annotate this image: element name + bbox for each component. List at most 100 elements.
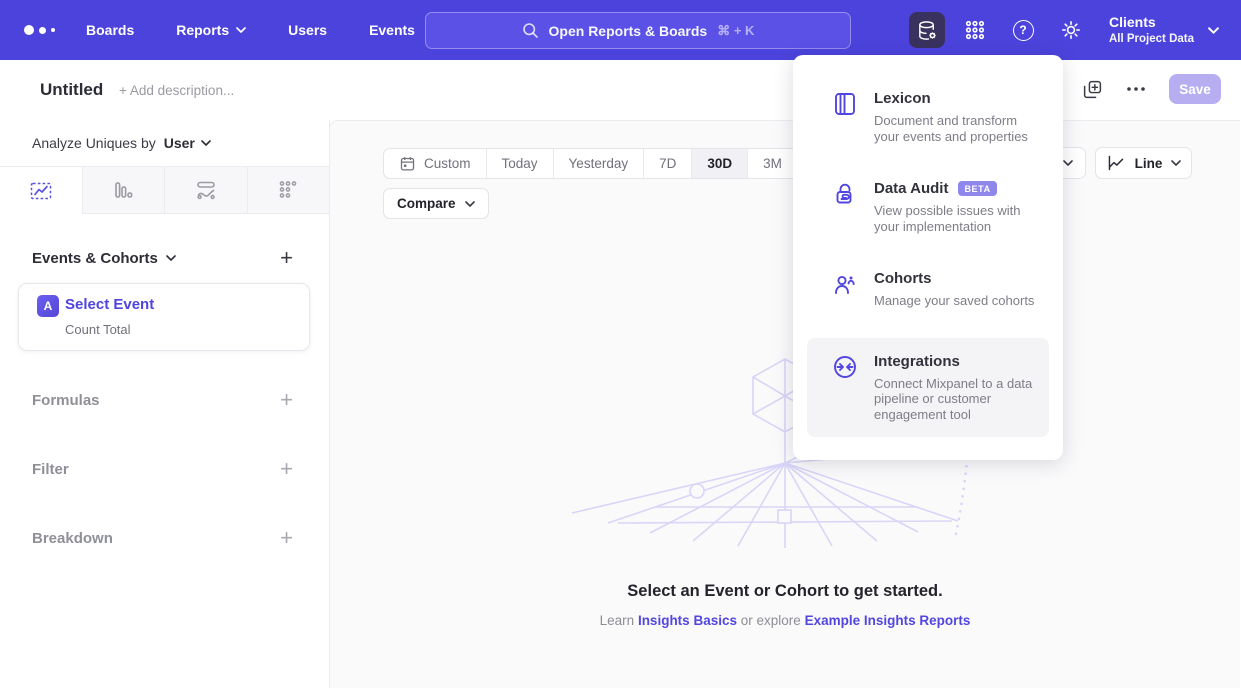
apps-grid-button[interactable] — [957, 12, 993, 48]
add-formula-button[interactable]: + — [280, 389, 293, 411]
chevron-down-icon — [1171, 160, 1181, 166]
help-button[interactable]: ? — [1005, 12, 1041, 48]
chevron-down-icon — [1208, 27, 1219, 34]
filter-label: Filter — [32, 461, 69, 478]
menu-item-text: Cohorts Manage your saved cohorts — [874, 270, 1041, 309]
project-selector[interactable]: Clients All Project Data — [1109, 14, 1219, 46]
or-explore-text: or explore — [741, 613, 801, 628]
date-range-30d-active[interactable]: 30D — [691, 149, 747, 178]
settings-button[interactable] — [1053, 12, 1089, 48]
menu-item-description: Manage your saved cohorts — [874, 293, 1041, 309]
date-range-custom[interactable]: Custom — [384, 149, 486, 178]
chart-style-selector[interactable]: Line — [1095, 147, 1192, 179]
breakdown-section: Breakdown + — [0, 527, 329, 549]
add-filter-button[interactable]: + — [280, 458, 293, 480]
tab-line-chart[interactable] — [0, 167, 82, 214]
date-range-label: Yesterday — [569, 156, 629, 171]
menu-item-title: Data Audit — [874, 180, 948, 197]
search-icon — [522, 22, 539, 39]
global-search-button[interactable]: Open Reports & Boards ⌘ + K — [425, 12, 851, 49]
data-management-button[interactable] — [909, 12, 945, 48]
report-title[interactable]: Untitled — [40, 80, 103, 100]
logo-dot — [24, 25, 34, 35]
chevron-down-icon — [166, 255, 176, 261]
query-sidebar: Analyze Uniques by User — [0, 120, 330, 688]
nav-link-label: Reports — [176, 22, 229, 38]
nav-link-label: Events — [369, 22, 415, 38]
nav-link-events[interactable]: Events — [369, 14, 415, 46]
tab-bar-chart[interactable] — [82, 167, 165, 214]
date-range-yesterday[interactable]: Yesterday — [553, 149, 644, 178]
menu-item-title: Lexicon — [874, 90, 931, 107]
compare-label: Compare — [397, 196, 456, 211]
duplicate-icon — [1082, 79, 1103, 100]
mixpanel-logo[interactable] — [24, 25, 68, 35]
learn-prefix: Learn — [600, 613, 635, 628]
nav-right-cluster: ? Clients All Project Data — [909, 0, 1241, 60]
empty-state-subtitle: Learn Insights Basics or explore Example… — [330, 613, 1240, 628]
bar-chart-icon — [111, 178, 135, 202]
filter-section: Filter + — [0, 458, 329, 480]
org-name: Clients — [1109, 14, 1194, 32]
nav-links: Boards Reports Users Events — [86, 14, 457, 46]
compare-button[interactable]: Compare — [383, 188, 489, 219]
menu-item-text: Integrations Connect Mixpanel to a data … — [874, 353, 1041, 423]
add-breakdown-button[interactable]: + — [280, 527, 293, 549]
menu-item-lexicon[interactable]: Lexicon Document and transform your even… — [807, 75, 1049, 159]
event-series-badge: A — [37, 295, 59, 317]
menu-item-description: Document and transform your events and p… — [874, 113, 1041, 144]
tab-flow-chart[interactable] — [164, 167, 247, 214]
database-gear-icon — [916, 19, 939, 42]
ellipsis-icon — [1126, 86, 1146, 92]
insights-basics-link[interactable]: Insights Basics — [638, 613, 737, 628]
date-range-label: 3M — [763, 156, 782, 171]
events-cohorts-section: Events & Cohorts + — [0, 247, 329, 269]
nav-link-reports[interactable]: Reports — [176, 14, 246, 46]
more-options-button[interactable] — [1125, 78, 1147, 100]
date-range-label: 30D — [707, 156, 732, 171]
menu-item-text: Lexicon Document and transform your even… — [874, 90, 1041, 144]
calendar-icon — [399, 155, 416, 172]
flow-icon — [194, 178, 218, 202]
add-description-input[interactable]: + Add description... — [119, 83, 234, 98]
data-audit-lock-icon — [832, 181, 858, 207]
chart-style-label: Line — [1135, 156, 1163, 171]
analyze-by-selector[interactable]: User — [164, 135, 211, 151]
data-management-menu: Lexicon Document and transform your even… — [793, 55, 1063, 460]
events-cohorts-label: Events & Cohorts — [32, 250, 158, 267]
date-range-7d[interactable]: 7D — [643, 149, 691, 178]
events-cohorts-header[interactable]: Events & Cohorts — [32, 250, 176, 267]
analyze-by-label: Analyze Uniques by — [32, 135, 156, 151]
menu-item-title: Cohorts — [874, 270, 932, 287]
menu-item-title: Integrations — [874, 353, 960, 370]
breakdown-label: Breakdown — [32, 530, 113, 547]
save-button[interactable]: Save — [1169, 74, 1221, 104]
example-reports-link[interactable]: Example Insights Reports — [805, 613, 971, 628]
date-range-today[interactable]: Today — [486, 149, 553, 178]
menu-item-data-audit[interactable]: Data Audit BETA View possible issues wit… — [807, 165, 1049, 249]
menu-item-description: View possible issues with your implement… — [874, 203, 1041, 234]
beta-badge: BETA — [958, 181, 996, 196]
chart-type-tabs — [0, 166, 329, 214]
header-actions: Save — [1081, 74, 1221, 104]
count-total-label[interactable]: Count Total — [65, 322, 131, 337]
nav-link-users[interactable]: Users — [288, 14, 327, 46]
add-event-button[interactable]: + — [280, 247, 293, 269]
select-event-label: Select Event — [65, 296, 154, 313]
line-chart-icon — [29, 179, 53, 203]
menu-item-description: Connect Mixpanel to a data pipeline or c… — [874, 376, 1041, 423]
date-range-3m[interactable]: 3M — [747, 149, 797, 178]
empty-state-title: Select an Event or Cohort to get started… — [330, 582, 1240, 601]
tab-metric[interactable] — [247, 167, 330, 214]
formulas-label: Formulas — [32, 392, 100, 409]
menu-item-integrations[interactable]: Integrations Connect Mixpanel to a data … — [807, 338, 1049, 438]
select-event-card[interactable]: A Select Event Count Total — [18, 283, 310, 351]
menu-item-cohorts[interactable]: Cohorts Manage your saved cohorts — [807, 255, 1049, 324]
report-canvas: Custom Today Yesterday 7D 30D 3M 6M Comp… — [329, 120, 1240, 688]
lexicon-book-icon — [832, 91, 858, 117]
nav-link-boards[interactable]: Boards — [86, 14, 134, 46]
duplicate-button[interactable] — [1081, 78, 1103, 100]
logo-dot — [39, 27, 46, 34]
project-scope: All Project Data — [1109, 32, 1194, 46]
analyze-by-row: Analyze Uniques by User — [0, 120, 329, 166]
